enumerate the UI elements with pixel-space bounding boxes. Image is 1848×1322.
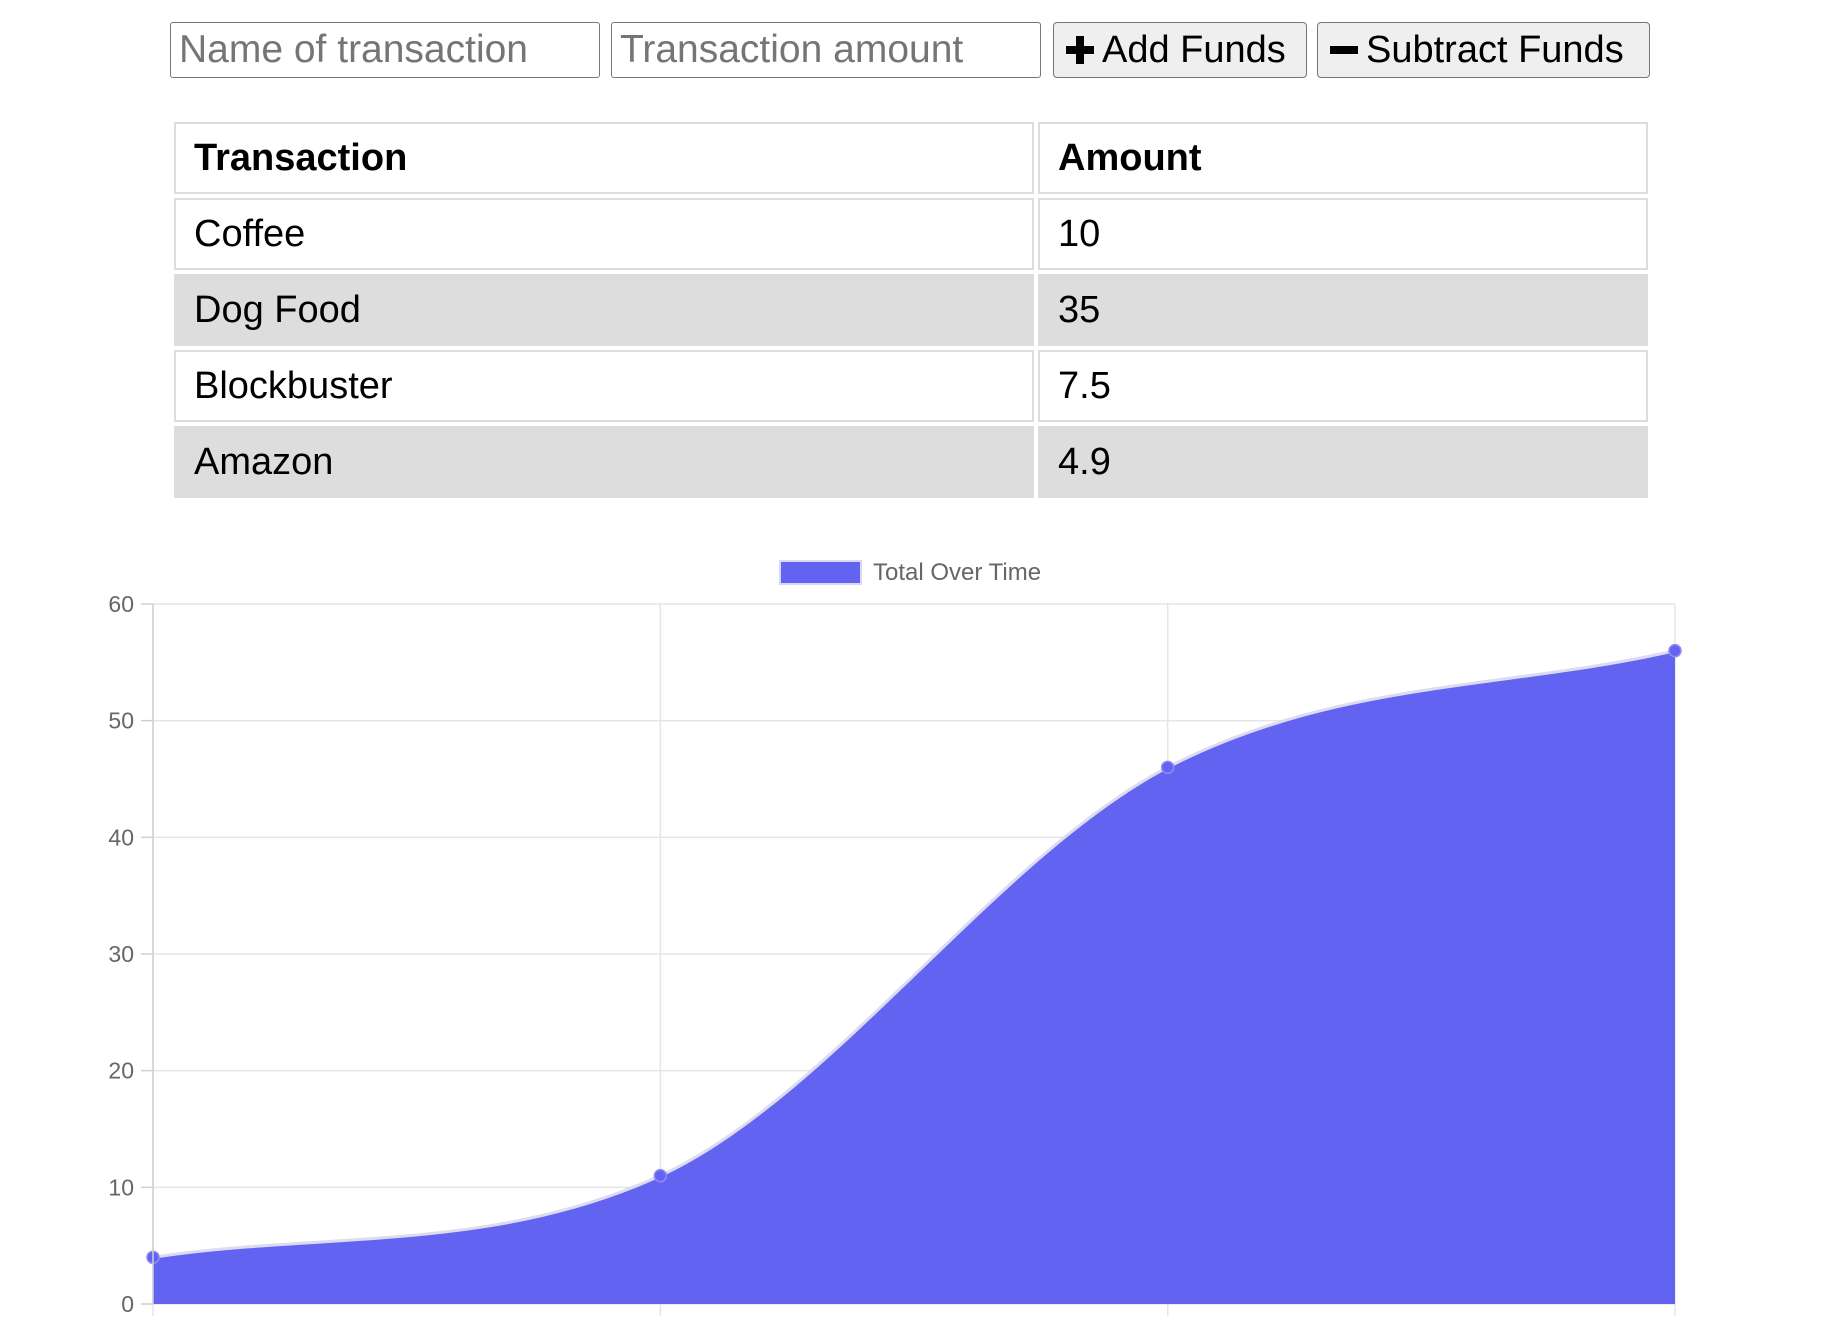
transaction-amount-cell: 10 bbox=[1038, 198, 1648, 270]
transaction-amount-input[interactable] bbox=[611, 22, 1041, 78]
y-tick-label: 10 bbox=[108, 1174, 134, 1200]
y-tick-label: 50 bbox=[108, 708, 134, 734]
transaction-name-cell: Dog Food bbox=[174, 274, 1034, 346]
transaction-name-cell: Amazon bbox=[174, 426, 1034, 498]
data-point[interactable] bbox=[653, 1168, 668, 1183]
y-tick-label: 0 bbox=[121, 1291, 134, 1317]
table-row: Amazon 4.9 bbox=[174, 426, 1648, 498]
data-point[interactable] bbox=[1668, 643, 1682, 658]
transactions-table: Transaction Amount Coffee 10 Dog Food 35… bbox=[170, 118, 1652, 502]
table-row: Dog Food 35 bbox=[174, 274, 1648, 346]
transaction-column-header: Transaction bbox=[174, 122, 1034, 194]
transaction-name-cell: Blockbuster bbox=[174, 350, 1034, 422]
transaction-name-input[interactable] bbox=[170, 22, 600, 78]
y-tick-label: 40 bbox=[108, 824, 134, 850]
y-tick-label: 60 bbox=[108, 591, 134, 617]
plus-icon bbox=[1066, 36, 1094, 64]
y-tick-label: 30 bbox=[108, 941, 134, 967]
transaction-amount-cell: 7.5 bbox=[1038, 350, 1648, 422]
add-funds-label: Add Funds bbox=[1102, 28, 1286, 71]
total-over-time-chart: 0 10 20 30 40 50 60 Total Over Time bbox=[108, 559, 1682, 1317]
amount-column-header: Amount bbox=[1038, 122, 1648, 194]
add-funds-button[interactable]: Add Funds bbox=[1053, 22, 1307, 78]
transaction-name-cell: Coffee bbox=[174, 198, 1034, 270]
series-area-fill bbox=[153, 650, 1675, 1304]
legend-label: Total Over Time bbox=[873, 559, 1041, 586]
transaction-amount-cell: 35 bbox=[1038, 274, 1648, 346]
table-row: Blockbuster 7.5 bbox=[174, 350, 1648, 422]
minus-icon bbox=[1330, 46, 1358, 54]
chart-y-axis: 0 10 20 30 40 50 60 bbox=[108, 591, 154, 1317]
chart-legend: Total Over Time bbox=[779, 559, 1041, 586]
table-header-row: Transaction Amount bbox=[174, 122, 1648, 194]
data-point[interactable] bbox=[1160, 760, 1175, 775]
table-row: Coffee 10 bbox=[174, 198, 1648, 270]
subtract-funds-label: Subtract Funds bbox=[1366, 28, 1624, 71]
y-tick-label: 20 bbox=[108, 1058, 134, 1084]
subtract-funds-button[interactable]: Subtract Funds bbox=[1317, 22, 1650, 78]
legend-swatch[interactable] bbox=[779, 560, 862, 585]
chart-series-area bbox=[146, 643, 1682, 1304]
transaction-amount-cell: 4.9 bbox=[1038, 426, 1648, 498]
